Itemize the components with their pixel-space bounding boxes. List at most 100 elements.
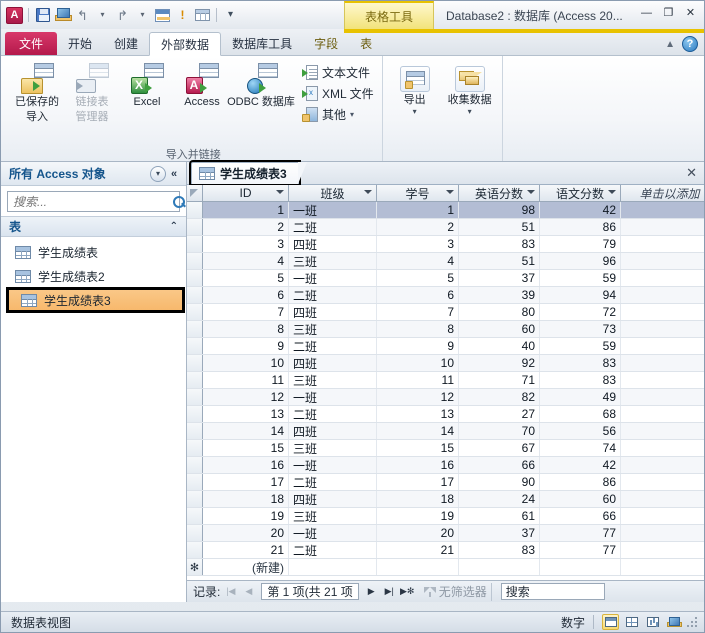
chevron-down-icon[interactable]: ▾ xyxy=(150,165,166,182)
chevron-down-icon[interactable] xyxy=(527,190,535,194)
previous-record-button[interactable]: ◀ xyxy=(241,584,256,600)
table-row[interactable]: 2 二班 2 51 86 xyxy=(187,219,704,236)
ribbon-tab-fields[interactable]: 字段 xyxy=(303,32,349,55)
cell-add-new[interactable] xyxy=(621,287,704,303)
cell-chinese-score[interactable]: 72 xyxy=(540,304,621,320)
cell-class[interactable]: 一班 xyxy=(289,525,377,541)
table-row[interactable]: 21 二班 21 83 77 xyxy=(187,542,704,559)
cell-id[interactable]: 21 xyxy=(203,542,289,558)
form-icon[interactable] xyxy=(154,7,171,24)
cell-english-score[interactable]: 51 xyxy=(459,219,540,235)
collapse-pane-icon[interactable]: « xyxy=(166,168,182,180)
pivottable-view-button[interactable] xyxy=(623,614,640,630)
close-button[interactable]: ✕ xyxy=(681,5,700,20)
cell-class[interactable]: 一班 xyxy=(289,270,377,286)
ribbon-tab-create[interactable]: 创建 xyxy=(103,32,149,55)
table-row[interactable]: 17 二班 17 90 86 xyxy=(187,474,704,491)
cell-add-new[interactable] xyxy=(621,236,704,252)
cell-chinese-score[interactable]: 60 xyxy=(540,491,621,507)
collapse-ribbon-icon[interactable]: ▲ xyxy=(665,39,675,50)
cell-chinese-score[interactable]: 42 xyxy=(540,457,621,473)
table-row[interactable]: 15 三班 15 67 74 xyxy=(187,440,704,457)
table-row[interactable]: 6 二班 6 39 94 xyxy=(187,287,704,304)
new-record-row[interactable]: ✻ (新建) xyxy=(187,559,704,576)
cell-class[interactable]: 四班 xyxy=(289,491,377,507)
cell-id[interactable]: 3 xyxy=(203,236,289,252)
save-icon[interactable] xyxy=(34,7,51,24)
cell-class[interactable]: 二班 xyxy=(289,219,377,235)
table-row[interactable]: 1 一班 1 98 42 xyxy=(187,202,704,219)
redo-icon[interactable]: ↱ xyxy=(114,7,131,24)
cell-id[interactable]: 19 xyxy=(203,508,289,524)
column-header-english-score[interactable]: 英语分数 xyxy=(459,185,540,201)
row-selector[interactable] xyxy=(187,406,203,422)
cell-add-new[interactable] xyxy=(621,372,704,388)
cell-english-score[interactable]: 67 xyxy=(459,440,540,456)
cell-english-score[interactable]: 27 xyxy=(459,406,540,422)
table-row[interactable]: 12 一班 12 82 49 xyxy=(187,389,704,406)
cell-id[interactable]: (新建) xyxy=(203,559,289,575)
cell-class[interactable]: 四班 xyxy=(289,236,377,252)
cell-id[interactable]: 7 xyxy=(203,304,289,320)
cell-add-new[interactable] xyxy=(621,304,704,320)
cell-english-score[interactable]: 51 xyxy=(459,253,540,269)
saved-imports-button[interactable]: 已保存的 导入 xyxy=(10,59,64,124)
cell-add-new[interactable] xyxy=(621,253,704,269)
table-row[interactable]: 7 四班 7 80 72 xyxy=(187,304,704,321)
cell-id[interactable]: 16 xyxy=(203,457,289,473)
cell-student-number[interactable]: 15 xyxy=(377,440,459,456)
table-row[interactable]: 18 四班 18 24 60 xyxy=(187,491,704,508)
cell-class[interactable]: 三班 xyxy=(289,372,377,388)
chevron-up-icon[interactable]: ⌃ xyxy=(170,221,178,232)
cell-student-number[interactable]: 18 xyxy=(377,491,459,507)
cell-student-number[interactable]: 14 xyxy=(377,423,459,439)
cell-id[interactable]: 10 xyxy=(203,355,289,371)
cell-english-score[interactable] xyxy=(459,559,540,575)
import-other-caret-icon[interactable]: ▾ xyxy=(350,110,354,119)
column-header-id[interactable]: ID xyxy=(203,185,289,201)
table-row[interactable]: 11 三班 11 71 83 xyxy=(187,372,704,389)
row-selector[interactable] xyxy=(187,372,203,388)
cell-english-score[interactable]: 98 xyxy=(459,202,540,218)
cell-id[interactable]: 9 xyxy=(203,338,289,354)
chevron-down-icon[interactable] xyxy=(608,190,616,194)
cell-add-new[interactable] xyxy=(621,219,704,235)
cell-student-number[interactable]: 7 xyxy=(377,304,459,320)
cell-id[interactable]: 20 xyxy=(203,525,289,541)
record-search-input[interactable]: 搜索 xyxy=(500,583,605,600)
cell-add-new[interactable] xyxy=(621,355,704,371)
cell-add-new[interactable] xyxy=(621,321,704,337)
row-selector[interactable] xyxy=(187,202,203,218)
cell-chinese-score[interactable]: 56 xyxy=(540,423,621,439)
cell-chinese-score[interactable]: 66 xyxy=(540,508,621,524)
column-header-click-to-add[interactable]: 单击以添加 xyxy=(621,185,704,201)
linked-table-manager-button[interactable]: 链接表 管理器 xyxy=(65,59,119,124)
cell-add-new[interactable] xyxy=(621,457,704,473)
cell-id[interactable]: 12 xyxy=(203,389,289,405)
cell-class[interactable] xyxy=(289,559,377,575)
row-selector[interactable] xyxy=(187,525,203,541)
cell-class[interactable]: 四班 xyxy=(289,423,377,439)
row-selector[interactable] xyxy=(187,457,203,473)
minimize-button[interactable]: — xyxy=(637,5,656,20)
cell-english-score[interactable]: 71 xyxy=(459,372,540,388)
cell-id[interactable]: 11 xyxy=(203,372,289,388)
cell-class[interactable]: 一班 xyxy=(289,202,377,218)
table-row[interactable]: 10 四班 10 92 83 xyxy=(187,355,704,372)
cell-class[interactable]: 一班 xyxy=(289,457,377,473)
cell-english-score[interactable]: 61 xyxy=(459,508,540,524)
cell-chinese-score[interactable]: 77 xyxy=(540,542,621,558)
cell-class[interactable]: 一班 xyxy=(289,389,377,405)
tab-student-score-table-3[interactable]: 学生成绩表3 xyxy=(189,160,307,186)
import-excel-button[interactable]: X Excel xyxy=(120,59,174,109)
cell-chinese-score[interactable]: 49 xyxy=(540,389,621,405)
cell-english-score[interactable]: 39 xyxy=(459,287,540,303)
import-access-button[interactable]: A Access xyxy=(175,59,229,109)
table-row[interactable]: 13 二班 13 27 68 xyxy=(187,406,704,423)
row-selector[interactable] xyxy=(187,270,203,286)
search-input[interactable] xyxy=(11,193,172,210)
cell-english-score[interactable]: 24 xyxy=(459,491,540,507)
cell-class[interactable]: 二班 xyxy=(289,287,377,303)
cell-chinese-score[interactable]: 94 xyxy=(540,287,621,303)
cell-student-number[interactable]: 16 xyxy=(377,457,459,473)
